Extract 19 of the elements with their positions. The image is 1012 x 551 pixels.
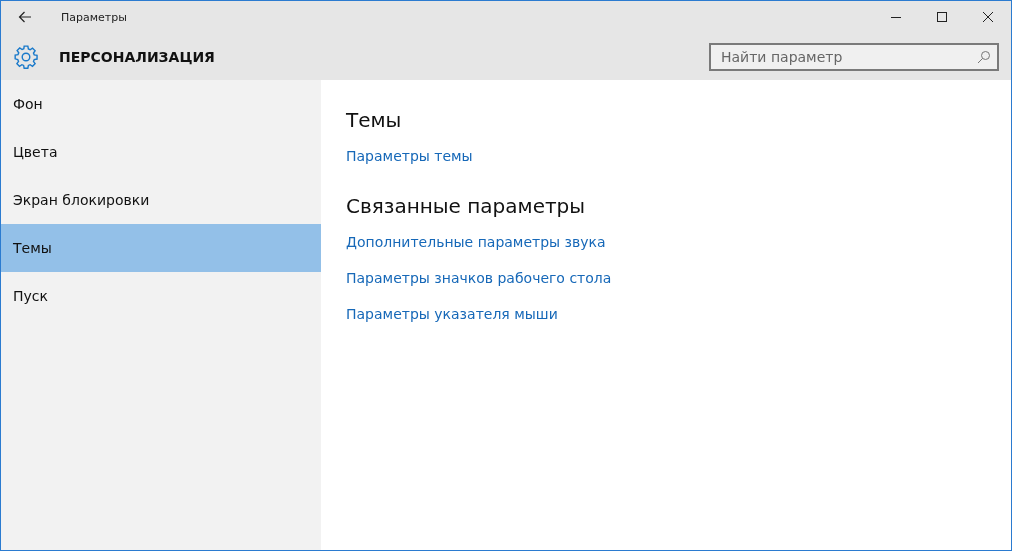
sidebar-item[interactable]: Пуск: [1, 272, 321, 320]
search-icon: [977, 49, 991, 64]
section-heading: Темы: [346, 108, 402, 132]
sidebar-item[interactable]: Цвета: [1, 128, 321, 176]
settings-icon: [13, 43, 39, 70]
section-heading: Связанные параметры: [346, 194, 586, 218]
search-field[interactable]: Найти параметр: [709, 42, 999, 71]
maximize-icon: [937, 12, 947, 22]
close-icon: [983, 12, 993, 22]
settings-link[interactable]: Параметры указателя мыши: [346, 306, 558, 322]
window-title: Параметры: [61, 10, 127, 24]
back-arrow-icon: [18, 11, 32, 23]
settings-link[interactable]: Параметры значков рабочего стола: [346, 270, 612, 286]
settings-link[interactable]: Параметры темы: [346, 148, 473, 164]
sidebar-item[interactable]: Фон: [1, 80, 321, 128]
settings-link[interactable]: Дополнительные параметры звука: [346, 234, 606, 250]
page-title: ПЕРСОНАЛИЗАЦИЯ: [59, 48, 215, 65]
sidebar-item[interactable]: Экран блокировки: [1, 176, 321, 224]
sidebar-item[interactable]: Темы: [1, 224, 321, 272]
